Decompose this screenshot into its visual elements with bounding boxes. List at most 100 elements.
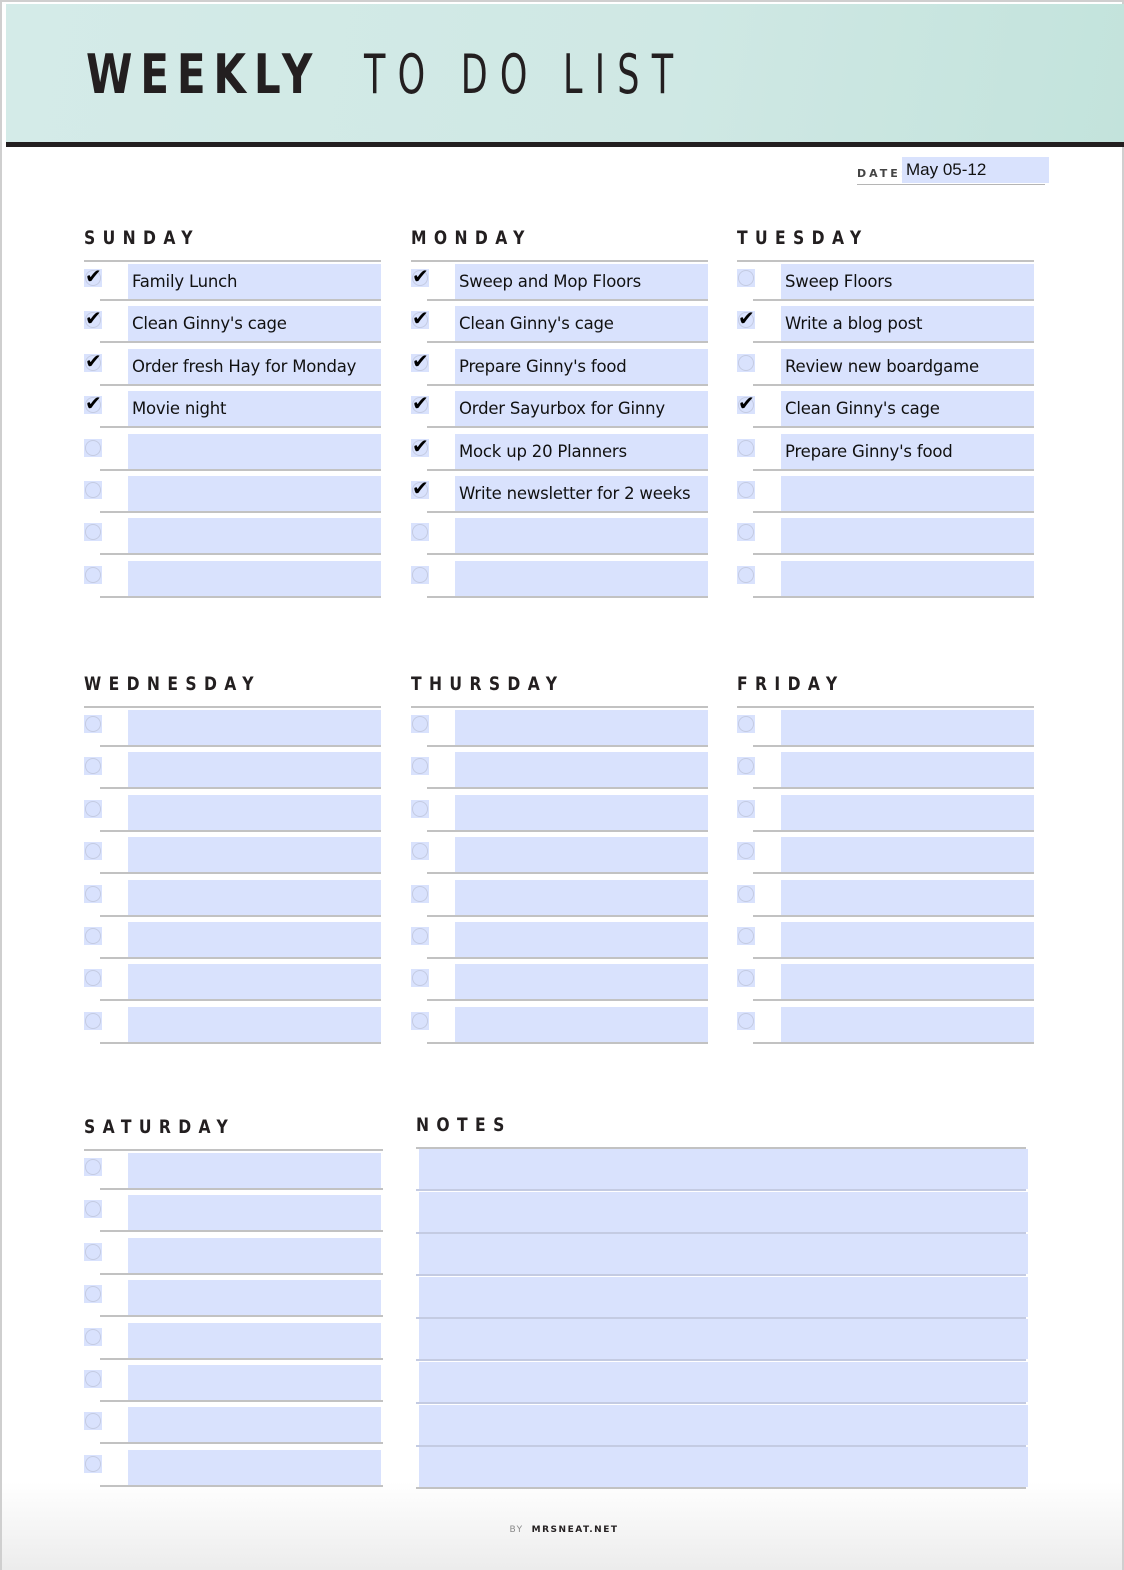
task-field[interactable]: Write a blog post bbox=[781, 306, 1034, 341]
task-field[interactable]: Prepare Ginny's food bbox=[455, 349, 708, 384]
task-checkbox[interactable] bbox=[84, 715, 102, 733]
task-checkbox[interactable] bbox=[737, 354, 755, 372]
task-checkbox[interactable]: ✔ bbox=[411, 265, 429, 287]
task-field[interactable] bbox=[128, 1323, 381, 1358]
task-field[interactable] bbox=[128, 710, 381, 745]
task-checkbox[interactable] bbox=[737, 800, 755, 818]
task-checkbox[interactable] bbox=[84, 1243, 102, 1261]
task-field[interactable] bbox=[128, 837, 381, 872]
task-checkbox[interactable] bbox=[84, 1158, 102, 1176]
task-checkbox[interactable] bbox=[84, 757, 102, 775]
task-field[interactable] bbox=[455, 710, 708, 745]
task-field[interactable] bbox=[128, 1450, 381, 1485]
task-field[interactable] bbox=[128, 795, 381, 830]
task-checkbox[interactable] bbox=[737, 842, 755, 860]
task-checkbox[interactable] bbox=[84, 927, 102, 945]
task-checkbox[interactable] bbox=[411, 1012, 429, 1030]
task-checkbox[interactable]: ✔ bbox=[84, 350, 102, 372]
task-checkbox[interactable] bbox=[84, 523, 102, 541]
task-field[interactable] bbox=[455, 922, 708, 957]
task-field[interactable] bbox=[128, 1407, 381, 1442]
task-field[interactable] bbox=[455, 518, 708, 553]
task-field[interactable]: Order fresh Hay for Monday bbox=[128, 349, 381, 384]
task-field[interactable] bbox=[781, 1007, 1034, 1042]
task-field[interactable] bbox=[128, 1365, 381, 1400]
task-field[interactable] bbox=[781, 964, 1034, 999]
task-field[interactable] bbox=[781, 518, 1034, 553]
task-checkbox[interactable] bbox=[84, 1370, 102, 1388]
notes-line-field[interactable] bbox=[419, 1234, 1028, 1274]
task-field[interactable]: Family Lunch bbox=[128, 264, 381, 299]
task-field[interactable]: Sweep and Mop Floors bbox=[455, 264, 708, 299]
task-field[interactable] bbox=[781, 476, 1034, 511]
task-field[interactable] bbox=[128, 1280, 381, 1315]
task-checkbox[interactable]: ✔ bbox=[84, 392, 102, 414]
task-checkbox[interactable]: ✔ bbox=[411, 435, 429, 457]
task-field[interactable]: Movie night bbox=[128, 391, 381, 426]
task-field[interactable] bbox=[455, 561, 708, 596]
task-checkbox[interactable] bbox=[411, 969, 429, 987]
task-checkbox[interactable] bbox=[737, 269, 755, 287]
task-field[interactable] bbox=[128, 434, 381, 469]
task-field[interactable] bbox=[128, 964, 381, 999]
task-checkbox[interactable]: ✔ bbox=[411, 392, 429, 414]
task-checkbox[interactable] bbox=[737, 715, 755, 733]
task-checkbox[interactable] bbox=[84, 1412, 102, 1430]
task-field[interactable] bbox=[455, 964, 708, 999]
task-checkbox[interactable] bbox=[84, 481, 102, 499]
task-checkbox[interactable]: ✔ bbox=[84, 307, 102, 329]
task-field[interactable]: Clean Ginny's cage bbox=[455, 306, 708, 341]
notes-line-field[interactable] bbox=[419, 1277, 1028, 1317]
task-checkbox[interactable]: ✔ bbox=[84, 265, 102, 287]
task-field[interactable] bbox=[128, 476, 381, 511]
task-checkbox[interactable] bbox=[737, 885, 755, 903]
task-field[interactable] bbox=[781, 710, 1034, 745]
task-field[interactable] bbox=[781, 752, 1034, 787]
task-field[interactable] bbox=[781, 795, 1034, 830]
task-checkbox[interactable] bbox=[411, 800, 429, 818]
task-checkbox[interactable] bbox=[737, 969, 755, 987]
task-checkbox[interactable] bbox=[737, 523, 755, 541]
task-field[interactable] bbox=[128, 1195, 381, 1230]
task-checkbox[interactable]: ✔ bbox=[411, 350, 429, 372]
task-field[interactable] bbox=[455, 837, 708, 872]
task-field[interactable]: Clean Ginny's cage bbox=[781, 391, 1034, 426]
task-checkbox[interactable] bbox=[737, 566, 755, 584]
task-field[interactable] bbox=[128, 1238, 381, 1273]
task-checkbox[interactable]: ✔ bbox=[411, 477, 429, 499]
task-field[interactable]: Order Sayurbox for Ginny bbox=[455, 391, 708, 426]
task-checkbox[interactable]: ✔ bbox=[737, 392, 755, 414]
task-checkbox[interactable] bbox=[737, 757, 755, 775]
task-field[interactable]: Prepare Ginny's food bbox=[781, 434, 1034, 469]
task-checkbox[interactable] bbox=[84, 439, 102, 457]
task-field[interactable] bbox=[781, 561, 1034, 596]
task-field[interactable]: Mock up 20 Planners bbox=[455, 434, 708, 469]
task-checkbox[interactable] bbox=[84, 969, 102, 987]
notes-line-field[interactable] bbox=[419, 1362, 1028, 1402]
date-field[interactable]: May 05-12 bbox=[902, 157, 1049, 183]
task-checkbox[interactable] bbox=[84, 1285, 102, 1303]
task-field[interactable] bbox=[128, 1007, 381, 1042]
notes-line-field[interactable] bbox=[419, 1192, 1028, 1232]
task-checkbox[interactable] bbox=[737, 481, 755, 499]
task-checkbox[interactable] bbox=[84, 842, 102, 860]
task-field[interactable] bbox=[455, 795, 708, 830]
task-checkbox[interactable] bbox=[737, 927, 755, 945]
task-field[interactable] bbox=[781, 922, 1034, 957]
task-checkbox[interactable] bbox=[737, 1012, 755, 1030]
task-checkbox[interactable] bbox=[411, 523, 429, 541]
task-field[interactable] bbox=[128, 561, 381, 596]
task-checkbox[interactable] bbox=[84, 885, 102, 903]
notes-line-field[interactable] bbox=[419, 1447, 1028, 1487]
notes-line-field[interactable] bbox=[419, 1405, 1028, 1445]
task-checkbox[interactable] bbox=[84, 566, 102, 584]
task-field[interactable] bbox=[128, 1153, 381, 1188]
task-field[interactable]: Clean Ginny's cage bbox=[128, 306, 381, 341]
task-checkbox[interactable] bbox=[84, 1012, 102, 1030]
task-checkbox[interactable] bbox=[737, 439, 755, 457]
task-field[interactable]: Sweep Floors bbox=[781, 264, 1034, 299]
task-field[interactable] bbox=[455, 880, 708, 915]
task-field[interactable] bbox=[781, 880, 1034, 915]
task-field[interactable] bbox=[128, 880, 381, 915]
notes-line-field[interactable] bbox=[419, 1319, 1028, 1359]
